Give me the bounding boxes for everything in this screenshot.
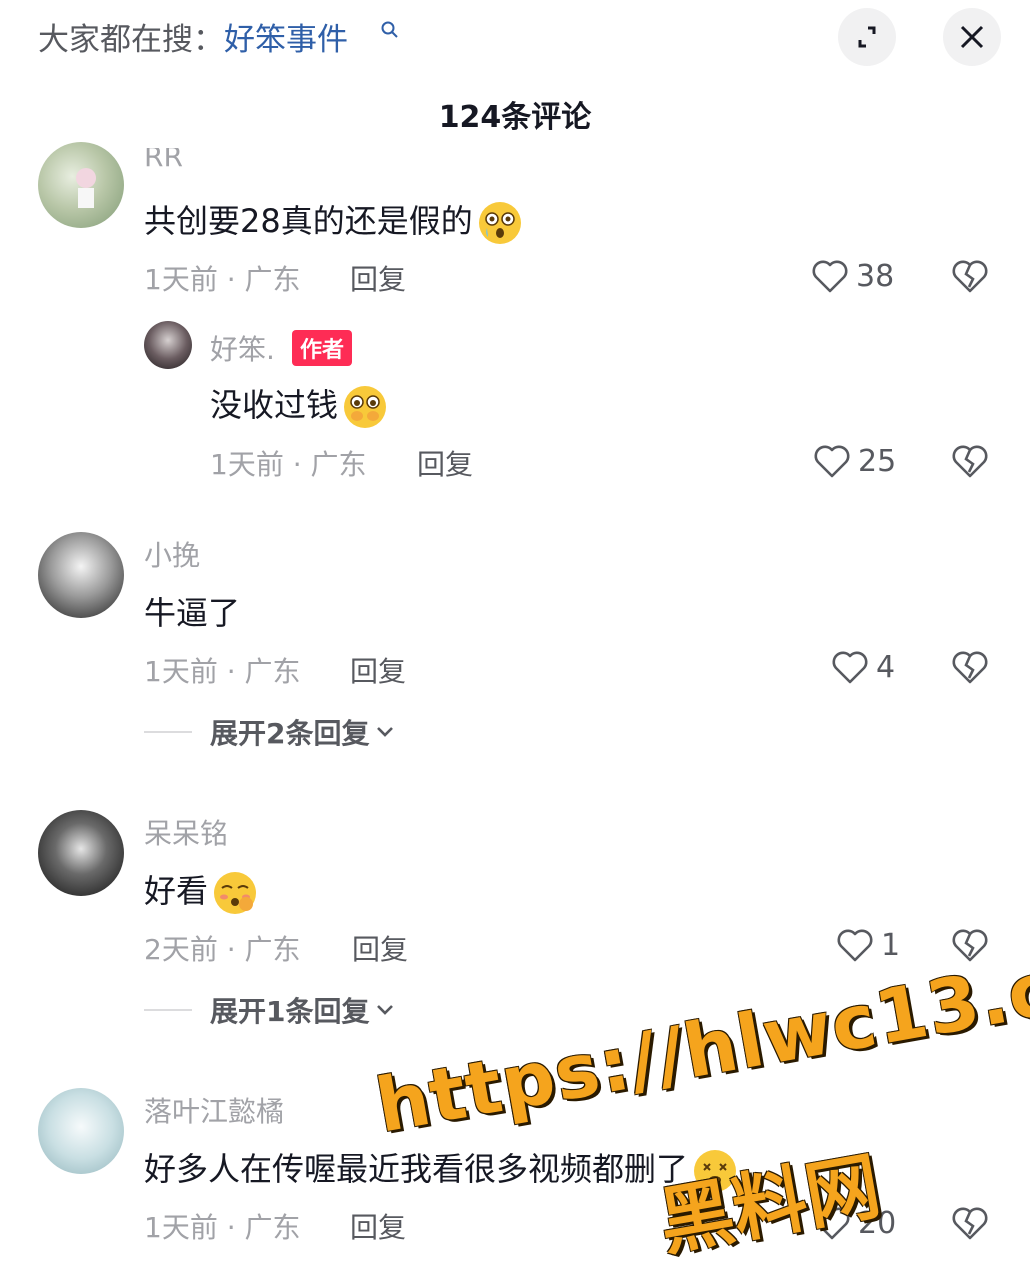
comment-text: 好看: [144, 866, 258, 916]
reply-username[interactable]: 好笨.: [210, 328, 275, 368]
like-count: 25: [858, 443, 897, 479]
reply-button[interactable]: 回复: [350, 258, 406, 298]
comment-text-body: 好看: [144, 872, 209, 910]
heart-icon: [812, 260, 848, 293]
search-term-link[interactable]: 好笨事件: [224, 22, 348, 58]
like-button[interactable]: 4: [830, 647, 895, 687]
expand-replies-label: 展开2条回复: [210, 717, 370, 750]
comment-text: 好多人在传喔最近我看很多视频都删了: [144, 1144, 738, 1194]
reply-button[interactable]: 回复: [417, 443, 473, 483]
reply-text: 没收过钱: [210, 380, 388, 430]
heart-icon: [837, 929, 873, 962]
dislike-broken-heart-icon[interactable]: [950, 256, 990, 296]
like-count: 1: [881, 927, 901, 963]
expand-button[interactable]: [838, 8, 896, 66]
search-suggestion[interactable]: 大家都在搜：好笨事件: [38, 14, 348, 59]
avatar[interactable]: [38, 810, 124, 896]
comment-meta: 1天前 · 广东: [144, 1211, 301, 1244]
avatar[interactable]: [38, 142, 124, 228]
expand-replies-button[interactable]: 展开1条回复: [144, 990, 395, 1030]
divider: [144, 1009, 192, 1011]
expand-replies-button[interactable]: 展开2条回复: [144, 712, 395, 752]
like-button[interactable]: 1: [835, 925, 900, 965]
divider: [144, 731, 192, 733]
like-count: 20: [858, 1205, 897, 1241]
face-emoji-icon: [694, 1150, 737, 1192]
like-button[interactable]: 38: [810, 256, 894, 296]
like-count: 38: [856, 258, 895, 294]
avatar[interactable]: [38, 532, 124, 618]
comment-username[interactable]: 呆呆铭: [144, 812, 228, 852]
heart-icon: [814, 1207, 850, 1240]
expand-replies-label: 展开1条回复: [210, 995, 370, 1028]
like-count: 4: [876, 649, 896, 685]
blushing-face-emoji-icon: [214, 872, 257, 914]
comment-text: 共创要28真的还是假的: [144, 196, 523, 246]
watermark-url: https://hlwc13.com: [370, 923, 1030, 1150]
comment-count-title: 124条评论: [438, 100, 592, 135]
chevron-down-icon: [377, 727, 394, 737]
like-button[interactable]: 20: [812, 1203, 896, 1243]
comment-meta: 1天前 · 广东: [144, 655, 301, 688]
chevron-down-icon: [377, 1005, 394, 1015]
comment-username[interactable]: RR: [144, 148, 183, 172]
reply-meta: 1天前 · 广东: [210, 448, 367, 481]
expand-icon: [858, 26, 876, 48]
avatar[interactable]: [144, 321, 192, 369]
like-button[interactable]: 25: [812, 441, 896, 481]
close-button[interactable]: [943, 8, 1001, 66]
avatar[interactable]: [38, 1088, 124, 1174]
reply-text-body: 没收过钱: [210, 386, 339, 424]
comment-username[interactable]: 落叶江懿橘: [144, 1090, 284, 1130]
holding-back-tears-emoji-icon: [344, 386, 387, 428]
comment-text-body: 好多人在传喔最近我看很多视频都删了: [144, 1150, 689, 1188]
comment-text-body: 共创要28真的还是假的: [144, 202, 473, 240]
heart-icon: [832, 651, 868, 684]
top-bar: 大家都在搜：好笨事件: [0, 0, 1030, 80]
reply-button[interactable]: 回复: [352, 928, 408, 968]
reply-button[interactable]: 回复: [350, 650, 406, 690]
dislike-broken-heart-icon[interactable]: [950, 925, 990, 965]
comment-username[interactable]: 小挽: [144, 534, 200, 574]
author-badge: 作者: [292, 330, 353, 366]
teary-shocked-emoji-icon: [478, 202, 521, 244]
search-prefix-label: 大家都在搜：: [38, 22, 224, 58]
comment-text: 牛逼了: [144, 594, 241, 632]
heart-icon: [814, 445, 850, 478]
comment-meta: 1天前 · 广东: [144, 263, 301, 296]
dislike-broken-heart-icon[interactable]: [950, 1203, 990, 1243]
search-icon: [381, 21, 398, 38]
reply-button[interactable]: 回复: [350, 1206, 406, 1246]
dislike-broken-heart-icon[interactable]: [950, 441, 990, 481]
comment-meta: 2天前 · 广东: [144, 933, 301, 966]
dislike-broken-heart-icon[interactable]: [950, 647, 990, 687]
close-icon: [960, 25, 984, 49]
